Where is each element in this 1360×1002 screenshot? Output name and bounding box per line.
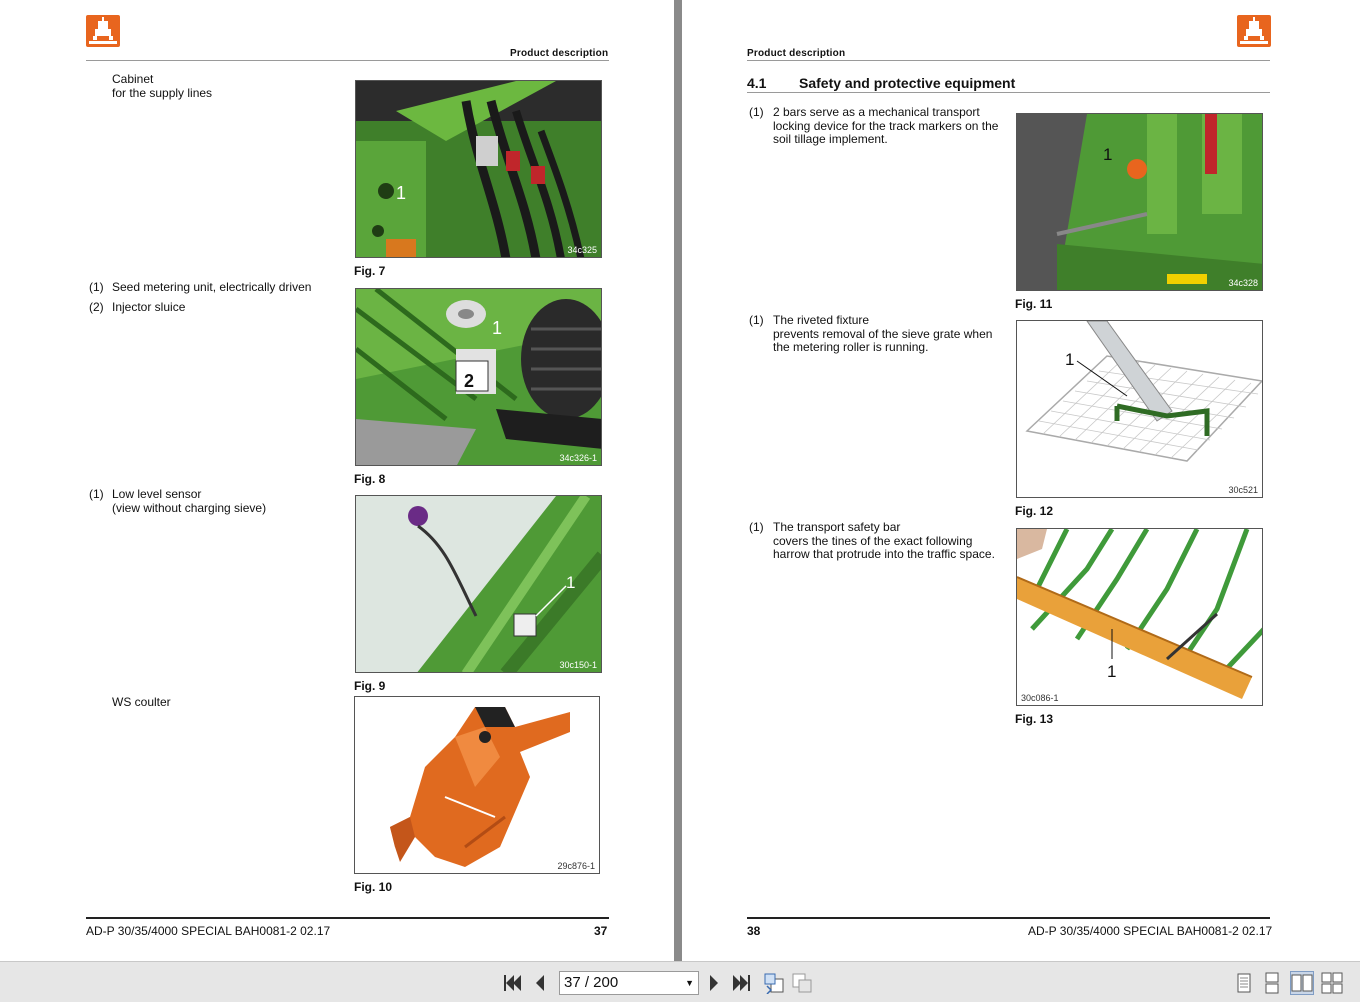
running-head: Product description [510,48,609,59]
figure-10-illustration: 29c876-1 [354,696,600,874]
item-number: (1) [749,520,764,534]
first-page-icon[interactable] [500,971,524,995]
callout: 1 [492,318,502,338]
figure-caption: Fig. 9 [354,679,386,693]
viewer-toolbar: 37 / 200 ▼ [0,961,1360,1002]
figure-caption: Fig. 13 [1015,712,1054,726]
callout: 1 [566,573,575,592]
callout: 2 [464,371,474,391]
item-cabinet: Cabinet for the supply lines [112,72,213,100]
header-rule [86,60,609,61]
footer-rule [747,917,1270,919]
item-injector-sluice: Injector sluice [112,300,186,314]
callout: 1 [396,183,406,203]
item-riveted-fixture: The riveted fixture prevents removal of t… [773,313,993,354]
item-low-level-sensor: Low level sensor (view without charging s… [112,487,267,515]
section-number: 4.1 [747,75,767,91]
item-number: (2) [89,300,104,314]
item-number: (1) [749,105,764,119]
figure-code: 29c876-1 [557,861,595,871]
single-page-icon[interactable] [1232,971,1256,995]
running-head: Product description [747,48,846,59]
figure-code: 30c150-1 [559,660,597,670]
forward-view-icon[interactable] [790,971,814,995]
header-rule [747,60,1270,61]
item-transport-safety-bar: The transport safety bar covers the tines… [773,520,995,561]
next-page-icon[interactable] [702,971,726,995]
section-title: Safety and protective equipment [799,75,1016,91]
figure-code: 34c325 [567,245,597,255]
figure-9-photo: 1 30c150-1 [355,495,602,673]
two-page-icon[interactable] [1290,971,1314,995]
callout: 1 [1065,350,1074,369]
two-page-continuous-icon[interactable] [1320,971,1344,995]
footer-title: AD-P 30/35/4000 SPECIAL BAH0081-2 02.17 [86,924,331,938]
document-viewer: Product description Cabinet for the suppl… [0,0,1360,1002]
figure-caption: Fig. 8 [354,472,386,486]
item-ws-coulter: WS coulter [112,695,171,709]
amazone-logo [1237,15,1271,47]
footer-rule [86,917,609,919]
figure-caption: Fig. 7 [354,264,386,278]
page-37: Product description Cabinet for the suppl… [0,0,674,961]
page-38: Product description 4.1 Safety and prote… [682,0,1360,961]
figure-13-illustration: 1 30c086-1 [1016,528,1263,706]
figure-code: 34c328 [1228,278,1258,288]
page-number: 37 [594,924,608,938]
figure-caption: Fig. 12 [1015,504,1054,518]
item-transport-bars: 2 bars serve as a mechanical transport lo… [773,105,999,146]
figure-12-illustration: 1 30c521 [1016,320,1263,498]
footer-title: AD-P 30/35/4000 SPECIAL BAH0081-2 02.17 [1028,924,1273,938]
figure-code: 30c086-1 [1021,693,1059,703]
figure-code: 30c521 [1228,485,1258,495]
page-number: 38 [747,924,761,938]
chevron-down-icon[interactable]: ▼ [685,972,694,994]
amazone-logo [86,15,120,47]
continuous-icon[interactable] [1260,971,1284,995]
page-number-field[interactable]: 37 / 200 ▼ [559,971,699,995]
callout: 1 [1103,145,1112,164]
figure-7-photo: 1 34c325 [355,80,602,258]
prev-page-icon[interactable] [528,971,552,995]
section-rule [747,92,1270,93]
figure-caption: Fig. 11 [1015,297,1053,311]
back-view-icon[interactable] [762,971,786,995]
item-number: (1) [89,280,104,294]
last-page-icon[interactable] [730,971,754,995]
figure-8-photo: 2 1 34c326-1 [355,288,602,466]
item-seed-metering: Seed metering unit, electrically driven [112,280,312,294]
figure-caption: Fig. 10 [354,880,393,894]
item-number: (1) [749,313,764,327]
item-number: (1) [89,487,104,501]
figure-11-photo: 1 34c328 [1016,113,1263,291]
callout: 1 [1107,662,1116,681]
figure-code: 34c326-1 [559,453,597,463]
